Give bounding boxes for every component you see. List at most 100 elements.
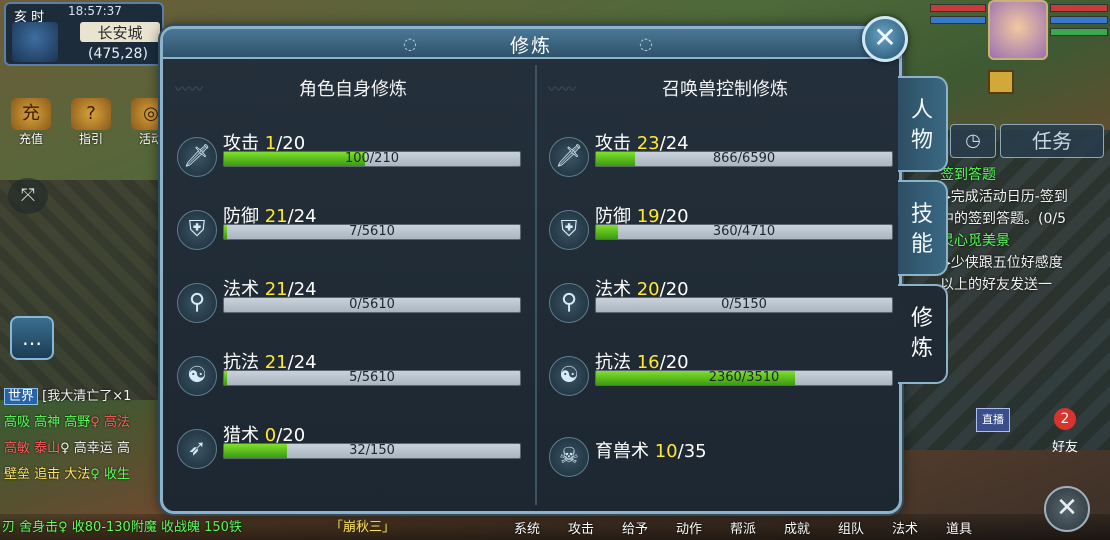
quest-line: 以上的好友发送一 bbox=[940, 277, 1052, 293]
cultivation-progress-bar: 100/210 bbox=[223, 151, 521, 167]
pet-hp-bar bbox=[930, 4, 986, 12]
recharge-label: 充值 bbox=[18, 132, 43, 146]
title-ornament-right-icon: ◌ bbox=[639, 34, 653, 53]
bottom-menu-item[interactable]: 系统 bbox=[500, 518, 554, 537]
chat-panel[interactable]: 世界 [我大清亡了×1 高吸 高神 高野♀ 高法高敏 泰山♀ 高幸运 高壁垒 追… bbox=[0, 384, 165, 488]
character-avatar[interactable] bbox=[12, 22, 58, 62]
cultivation-row[interactable]: ☯ 抗法 16/20 2360/3510 bbox=[549, 348, 899, 408]
gift-box-icon[interactable] bbox=[988, 70, 1014, 94]
staff-icon: ⚲ bbox=[549, 283, 589, 323]
column-divider bbox=[535, 65, 537, 505]
progress-text: 0/5150 bbox=[721, 297, 767, 312]
quest-line: 中的签到答题。(0/5 bbox=[940, 211, 1066, 227]
chat-segment: 大法 bbox=[64, 467, 91, 482]
friends-label: 好友 bbox=[1051, 440, 1078, 455]
chat-message: [我大清亡了×1 bbox=[42, 389, 132, 404]
yin-yang-icon: ☯ bbox=[177, 356, 217, 396]
close-panel-button[interactable]: ✕ bbox=[862, 16, 908, 62]
chat-segment: 高吸 bbox=[4, 415, 35, 430]
chat-line: 高敏 泰山♀ 高幸运 高 bbox=[0, 436, 165, 462]
yin-yang-icon: ☯ bbox=[549, 356, 589, 396]
bottom-menu: 系统 攻击 给予 动作 帮派 成就 组队 法术 道具 bbox=[500, 518, 986, 537]
quest-line: 灵心觅美景 bbox=[940, 233, 1010, 249]
chat-segment: 高野 bbox=[64, 415, 91, 430]
bottom-menu-item[interactable]: 道具 bbox=[932, 518, 986, 537]
shield-icon: ⛨ bbox=[549, 210, 589, 250]
quest-line: ▶完成活动日历-签到 bbox=[940, 189, 1068, 205]
chat-bubble-button[interactable]: … bbox=[10, 316, 54, 360]
progress-text: 866/6590 bbox=[712, 151, 776, 166]
channel-tag: 世界 bbox=[4, 388, 39, 405]
player-exp-bar bbox=[1050, 28, 1108, 36]
progress-text: 100/210 bbox=[344, 151, 399, 166]
pet-cultivation-title: 召唤兽控制修炼 bbox=[662, 79, 788, 100]
recharge-button[interactable]: 充 充值 bbox=[6, 98, 56, 147]
pet-mp-bar bbox=[930, 16, 986, 24]
cultivation-row[interactable]: 🗡 攻击 1/20 100/210 bbox=[177, 129, 527, 189]
pet-breeding-label: 育兽术 bbox=[595, 441, 649, 462]
floating-text: 「崩秋三」 bbox=[330, 520, 396, 535]
cultivation-row[interactable]: ☯ 抗法 21/24 5/5610 bbox=[177, 348, 527, 408]
bottom-chat-line: 刃 舍身击♀ 收80-130附魔 收战魄 150铁 bbox=[2, 520, 242, 535]
progress-text: 2360/3510 bbox=[708, 370, 780, 385]
task-tab[interactable]: 任务 bbox=[1000, 124, 1104, 158]
quest-line: ▶少侠跟五位好感度 bbox=[940, 255, 1063, 271]
pet-breeding-name: 育兽术 10/35 bbox=[595, 437, 707, 463]
progress-text: 0/5610 bbox=[349, 297, 395, 312]
side-tab-label: 修炼 bbox=[910, 306, 933, 361]
side-tab[interactable]: 人物 bbox=[898, 76, 948, 172]
expand-arrows-icon[interactable]: ⤧ bbox=[8, 178, 48, 214]
clock: 18:57:37 bbox=[68, 4, 122, 18]
chat-segment: 泰山 bbox=[34, 441, 61, 456]
cultivation-row[interactable]: 🗡 攻击 23/24 866/6590 bbox=[549, 129, 899, 189]
bottom-menu-item[interactable]: 动作 bbox=[662, 518, 716, 537]
cultivation-progress-bar: 0/5610 bbox=[223, 297, 521, 313]
staff-icon: ⚲ bbox=[177, 283, 217, 323]
bottom-menu-item[interactable]: 攻击 bbox=[554, 518, 608, 537]
bow-icon: ➶ bbox=[177, 429, 217, 469]
progress-text: 360/4710 bbox=[712, 224, 776, 239]
side-tab[interactable]: 修炼 bbox=[898, 284, 948, 384]
bottom-menu-item[interactable]: 帮派 bbox=[716, 518, 770, 537]
recharge-icon: 充 bbox=[11, 98, 51, 130]
cultivation-row[interactable]: ⚲ 法术 20/20 0/5150 bbox=[549, 275, 899, 335]
cultivation-progress-bar: 0/5150 bbox=[595, 297, 893, 313]
bottom-menu-item[interactable]: 法术 bbox=[878, 518, 932, 537]
pet-breeding-row[interactable]: ☠ 育兽术 10/35 bbox=[549, 429, 889, 489]
chat-segment: ♀ 收生 bbox=[90, 467, 130, 482]
bottom-menu-item[interactable]: 组队 bbox=[824, 518, 878, 537]
skull-icon: ☠ bbox=[549, 437, 589, 477]
friends-button[interactable]: 2 好友 bbox=[1040, 408, 1090, 455]
player-hp-bar bbox=[1050, 4, 1108, 12]
coordinates: (475,28) bbox=[88, 46, 148, 62]
live-stream-button[interactable]: 直播 bbox=[976, 408, 1010, 432]
player-status-bars bbox=[1050, 4, 1108, 40]
city-name: 长安城 bbox=[80, 22, 160, 42]
side-tab[interactable]: 技能 bbox=[898, 180, 948, 276]
cultivation-row[interactable]: ⛨ 防御 21/24 7/5610 bbox=[177, 202, 527, 262]
chat-segment: ♀ 高法 bbox=[90, 415, 130, 430]
progress-text: 5/5610 bbox=[349, 370, 395, 385]
close-menu-button[interactable]: ✕ bbox=[1044, 486, 1090, 532]
cultivation-row[interactable]: ⛨ 防御 19/20 360/4710 bbox=[549, 202, 899, 262]
cultivation-progress-bar: 2360/3510 bbox=[595, 370, 893, 386]
sword-icon: 🗡 bbox=[549, 137, 589, 177]
cultivation-progress-bar: 32/150 bbox=[223, 443, 521, 459]
bottom-menu-item[interactable]: 给予 bbox=[608, 518, 662, 537]
bottom-menu-item[interactable]: 成就 bbox=[770, 518, 824, 537]
location-hud[interactable]: 亥 时 18:57:37 长安城 (475,28) bbox=[4, 2, 164, 66]
pet-status-bars bbox=[930, 4, 986, 28]
cultivation-row[interactable]: ⚲ 法术 21/24 0/5610 bbox=[177, 275, 527, 335]
timer-tab-icon[interactable]: ◷ bbox=[950, 124, 996, 158]
guide-button[interactable]: ? 指引 bbox=[66, 98, 116, 147]
shield-icon: ⛨ bbox=[177, 210, 217, 250]
cultivation-progress-bar: 360/4710 bbox=[595, 224, 893, 240]
guide-icon: ? bbox=[71, 98, 111, 130]
chat-line: 壁垒 追击 大法♀ 收生 bbox=[0, 462, 165, 488]
character-portrait[interactable] bbox=[988, 0, 1048, 60]
quest-tracker[interactable]: 签到答题 ▶完成活动日历-签到 中的签到答题。(0/5 灵心觅美景 ▶少侠跟五位好感度以… bbox=[940, 164, 1110, 296]
cultivation-row[interactable]: ➶ 猎术 0/20 32/150 bbox=[177, 421, 527, 481]
chat-segment: ♀ 高幸运 高 bbox=[60, 441, 130, 456]
guide-label: 指引 bbox=[78, 132, 103, 146]
chat-segment: 高神 bbox=[34, 415, 65, 430]
